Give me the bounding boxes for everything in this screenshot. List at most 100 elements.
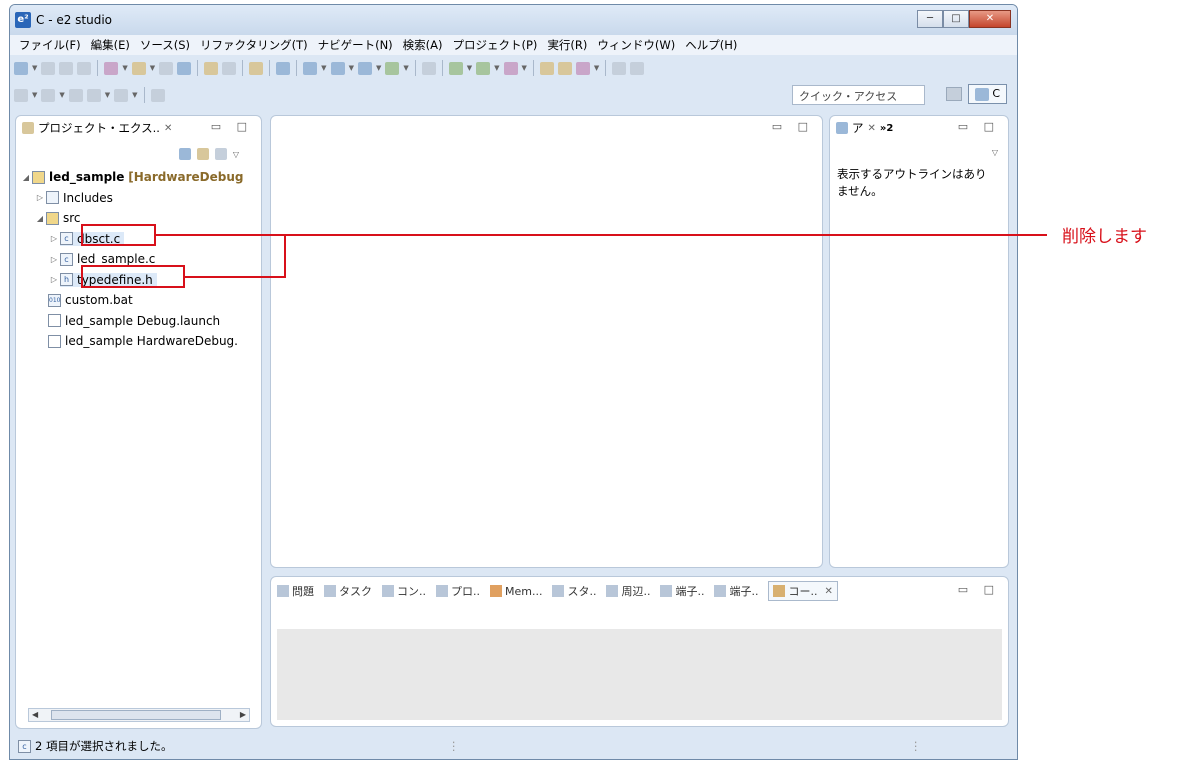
c-perspective-button[interactable]: C (968, 84, 1007, 104)
tab-pins-2[interactable]: 端子.. (714, 583, 758, 599)
tab-code-generation[interactable]: コー.. ✕ (768, 581, 838, 601)
tab-problems[interactable]: 問題 (277, 583, 314, 599)
tab-peripherals[interactable]: 周辺.. (606, 583, 650, 599)
new-class-icon[interactable] (385, 61, 400, 75)
previous-annotation-icon[interactable] (41, 88, 56, 102)
scroll-left-icon[interactable]: ◀ (32, 709, 38, 721)
expand-twisty-icon[interactable]: ◢ (34, 214, 46, 223)
debug-bug-icon[interactable] (448, 61, 463, 75)
build-hammer-icon[interactable] (131, 61, 146, 75)
forward-arrow-icon[interactable] (114, 88, 129, 102)
title-bar[interactable]: e² C - e2 studio ─ □ ✕ (10, 5, 1017, 35)
dropdown-arrow-icon[interactable]: ▼ (494, 64, 499, 72)
menu-search[interactable]: 検索(A) (398, 37, 448, 53)
toggle-view-icon[interactable] (612, 61, 627, 75)
print-icon[interactable] (77, 61, 92, 75)
close-button[interactable]: ✕ (969, 10, 1011, 28)
tab-outline[interactable]: ア ✕ »2 (836, 120, 893, 136)
maximize-button[interactable]: □ (943, 10, 969, 28)
collapse-all-icon[interactable] (178, 148, 191, 160)
expand-twisty-icon[interactable]: ▷ (48, 234, 60, 243)
tab-memory[interactable]: Mem... (490, 585, 542, 598)
menu-window[interactable]: ウィンドウ(W) (592, 37, 680, 53)
dropdown-arrow-icon[interactable]: ▼ (522, 64, 527, 72)
view-minmax-controls[interactable]: ▭ □ (958, 120, 1000, 133)
view-menu-icon[interactable]: ▽ (233, 150, 239, 159)
tab-close-icon[interactable]: ✕ (164, 123, 172, 134)
link-editor-icon[interactable] (196, 148, 209, 160)
target-icon[interactable] (104, 61, 119, 75)
tab-tasks[interactable]: タスク (324, 583, 372, 599)
dropdown-arrow-icon[interactable]: ▼ (32, 91, 37, 99)
save-all-icon[interactable] (59, 61, 74, 75)
open-perspective-icon[interactable] (946, 87, 963, 101)
expand-twisty-icon[interactable]: ◢ (20, 173, 32, 182)
pen-icon[interactable] (249, 61, 264, 75)
minimize-button[interactable]: ─ (917, 10, 943, 28)
dropdown-arrow-icon[interactable]: ▼ (59, 91, 64, 99)
new-folder-icon[interactable] (330, 61, 345, 75)
tab-project-explorer[interactable]: プロジェクト・エクス.. ✕ (22, 120, 172, 136)
tab-close-icon[interactable]: ✕ (824, 586, 832, 597)
expand-twisty-icon[interactable]: ▷ (48, 275, 60, 284)
dropdown-arrow-icon[interactable]: ▼ (467, 64, 472, 72)
scroll-thumb[interactable] (51, 710, 221, 720)
dropdown-arrow-icon[interactable]: ▼ (122, 64, 127, 72)
last-edit-icon[interactable] (68, 88, 83, 102)
console-content[interactable] (277, 629, 1002, 720)
scroll-right-icon[interactable]: ▶ (240, 709, 246, 721)
tab-properties[interactable]: プロ.. (436, 583, 480, 599)
tree-item-includes[interactable]: ▷ Includes (20, 188, 257, 209)
tool-icon[interactable] (204, 61, 219, 75)
tab-close-icon[interactable]: ✕ (868, 123, 876, 134)
brush-icon[interactable] (575, 61, 590, 75)
external-tools-icon[interactable] (503, 61, 518, 75)
menu-navigate[interactable]: ナビゲート(N) (313, 37, 398, 53)
menu-file[interactable]: ファイル(F) (14, 37, 86, 53)
dropdown-arrow-icon[interactable]: ▼ (105, 91, 110, 99)
dropdown-arrow-icon[interactable]: ▼ (403, 64, 408, 72)
pin-editor-icon[interactable] (150, 88, 165, 102)
expand-twisty-icon[interactable]: ▷ (48, 255, 60, 264)
menu-edit[interactable]: 編集(E) (86, 37, 135, 53)
tree-item-project[interactable]: ◢ led_sample [HardwareDebug (20, 167, 257, 188)
filter-icon[interactable] (214, 148, 227, 160)
dropdown-arrow-icon[interactable]: ▼ (594, 64, 599, 72)
tab-pins-1[interactable]: 端子.. (660, 583, 704, 599)
skip-breakpoints-icon[interactable] (421, 61, 436, 75)
tab-overflow-button[interactable]: »2 (880, 123, 893, 134)
quick-access-input[interactable]: クイック・アクセス (792, 85, 925, 105)
tree-item-hardwaredebug-launch[interactable]: led_sample HardwareDebug. (20, 331, 257, 352)
new-source-icon[interactable] (357, 61, 372, 75)
horizontal-scrollbar[interactable]: ◀ ▶ (28, 708, 250, 722)
open-file-icon[interactable] (557, 61, 572, 75)
new-project-icon[interactable] (303, 61, 318, 75)
dropdown-arrow-icon[interactable]: ▼ (132, 91, 137, 99)
e2-icon[interactable] (177, 61, 192, 75)
expand-twisty-icon[interactable]: ▷ (34, 193, 46, 202)
dropdown-arrow-icon[interactable]: ▼ (349, 64, 354, 72)
run-icon[interactable] (476, 61, 491, 75)
menu-refactor[interactable]: リファクタリング(T) (195, 37, 313, 53)
outline-view-menu-icon[interactable]: ▽ (992, 148, 998, 157)
open-folder-icon[interactable] (539, 61, 554, 75)
tree-item-custom-bat[interactable]: 010 custom.bat (20, 290, 257, 311)
new-icon[interactable] (14, 61, 28, 75)
terminal-icon[interactable] (276, 61, 291, 75)
generate-icon[interactable] (222, 61, 237, 75)
editor-area[interactable]: ▭ □ (270, 115, 823, 568)
dropdown-arrow-icon[interactable]: ▼ (376, 64, 381, 72)
tab-stack[interactable]: スタ.. (552, 583, 596, 599)
back-arrow-icon[interactable] (86, 88, 101, 102)
menu-source[interactable]: ソース(S) (135, 37, 195, 53)
next-annotation-icon[interactable] (14, 88, 28, 102)
menu-run[interactable]: 実行(R) (542, 37, 592, 53)
dropdown-arrow-icon[interactable]: ▼ (32, 64, 37, 72)
menu-help[interactable]: ヘルプ(H) (680, 37, 742, 53)
tree-item-debug-launch[interactable]: led_sample Debug.launch (20, 311, 257, 332)
show-whitespace-icon[interactable] (630, 61, 645, 75)
view-minmax-controls[interactable]: ▭ □ (211, 120, 253, 133)
view-minmax-controls[interactable]: ▭ □ (958, 583, 1000, 596)
dropdown-arrow-icon[interactable]: ▼ (321, 64, 326, 72)
save-icon[interactable] (41, 61, 56, 75)
